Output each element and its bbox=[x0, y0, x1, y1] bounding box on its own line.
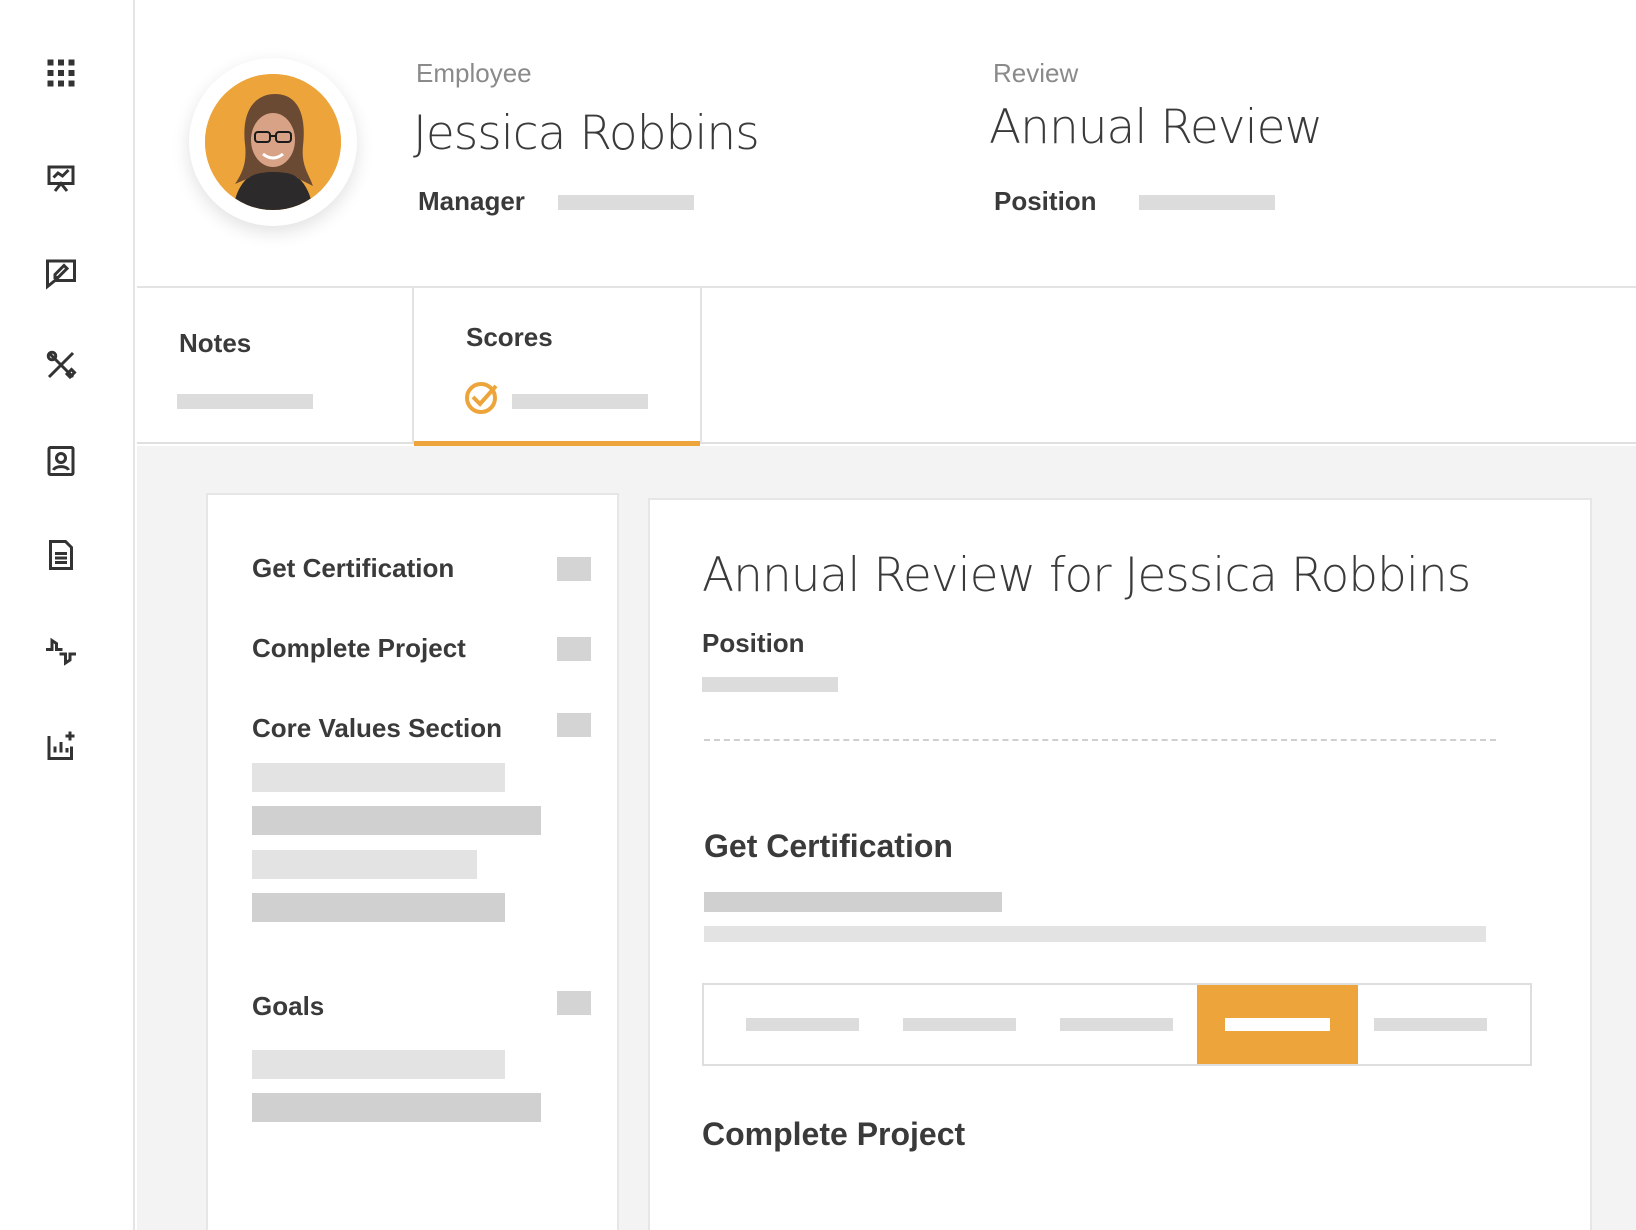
get-certification-desc-placeholder-2 bbox=[704, 926, 1486, 942]
review-label: Review bbox=[993, 58, 1079, 88]
tools-icon[interactable] bbox=[40, 344, 82, 386]
avatar bbox=[189, 58, 357, 226]
get-certification-desc-placeholder-1 bbox=[704, 892, 1002, 912]
review-form-title: Annual Review for Jessica Robbins bbox=[702, 548, 1471, 603]
document-icon[interactable] bbox=[40, 534, 82, 576]
core-values-placeholder-1 bbox=[252, 763, 505, 792]
core-values-placeholder-2 bbox=[252, 806, 541, 835]
rating-option-2[interactable] bbox=[861, 985, 1018, 1064]
core-values-placeholder-4 bbox=[252, 893, 505, 922]
rating-option-5[interactable] bbox=[1358, 985, 1530, 1064]
review-form-position-placeholder bbox=[702, 677, 838, 692]
position-value-placeholder bbox=[1139, 195, 1275, 210]
tab-notes-placeholder bbox=[177, 394, 313, 409]
employee-label: Employee bbox=[416, 58, 532, 88]
core-values-placeholder-3 bbox=[252, 850, 477, 879]
section-nav-goals[interactable]: Goals bbox=[252, 991, 324, 1022]
sidebar bbox=[0, 0, 135, 1230]
section-nav-get-certification[interactable]: Get Certification bbox=[252, 553, 454, 584]
tab-scores-label: Scores bbox=[466, 322, 553, 352]
apps-grid-icon[interactable] bbox=[40, 52, 82, 94]
feedback-chat-icon[interactable] bbox=[40, 252, 82, 294]
review-header: Employee Jessica Robbins Manager Review … bbox=[137, 0, 1636, 288]
goals-placeholder-1 bbox=[252, 1050, 505, 1079]
section-nav-panel: Get Certification Complete Project Core … bbox=[206, 493, 619, 1230]
tab-scores-placeholder bbox=[512, 394, 648, 409]
manager-value-placeholder bbox=[558, 195, 694, 210]
section-title-get-certification: Get Certification bbox=[704, 828, 953, 864]
review-form-panel: Annual Review for Jessica Robbins Positi… bbox=[648, 498, 1592, 1230]
section-nav-core-values[interactable]: Core Values Section bbox=[252, 713, 502, 744]
section-nav-get-certification-status[interactable] bbox=[557, 557, 591, 581]
section-title-complete-project: Complete Project bbox=[702, 1116, 966, 1152]
rating-scale bbox=[702, 983, 1532, 1066]
tab-bar: Notes Scores bbox=[137, 288, 1636, 458]
tab-notes[interactable]: Notes bbox=[137, 288, 413, 444]
rating-option-1[interactable] bbox=[704, 985, 861, 1064]
thumbs-up-down-icon[interactable] bbox=[40, 630, 82, 672]
section-nav-core-values-status[interactable] bbox=[557, 713, 591, 737]
section-nav-goals-status[interactable] bbox=[557, 991, 591, 1015]
tab-scores[interactable]: Scores bbox=[412, 288, 702, 458]
section-nav-complete-project[interactable]: Complete Project bbox=[252, 633, 466, 664]
manager-label: Manager bbox=[418, 186, 525, 216]
review-name: Annual Review bbox=[989, 100, 1323, 155]
presentation-icon[interactable] bbox=[40, 158, 82, 200]
review-form-position-label: Position bbox=[702, 628, 805, 658]
rating-option-4-selected[interactable] bbox=[1197, 985, 1358, 1064]
content-area: Get Certification Complete Project Core … bbox=[137, 446, 1636, 1230]
chart-add-icon[interactable] bbox=[40, 724, 82, 766]
rating-option-3[interactable] bbox=[1018, 985, 1175, 1064]
check-circle-icon bbox=[463, 378, 501, 416]
section-nav-complete-project-status[interactable] bbox=[557, 637, 591, 661]
employee-name: Jessica Robbins bbox=[413, 106, 760, 161]
goals-placeholder-2 bbox=[252, 1093, 541, 1122]
profile-card-icon[interactable] bbox=[40, 440, 82, 482]
avatar-photo bbox=[205, 74, 341, 210]
position-label: Position bbox=[994, 186, 1097, 216]
section-divider bbox=[704, 739, 1496, 741]
tab-notes-label: Notes bbox=[179, 328, 252, 358]
